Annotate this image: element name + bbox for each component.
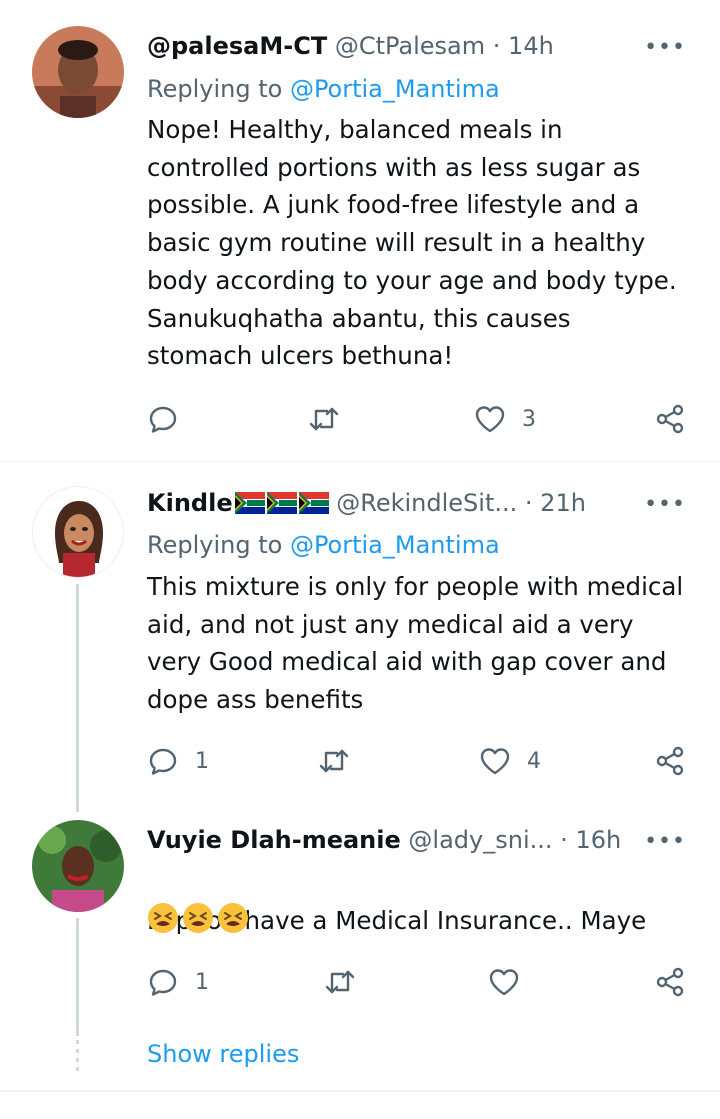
user-handle[interactable]: @RekindleSit... <box>336 489 517 517</box>
reply-button[interactable] <box>147 399 195 439</box>
heart-icon <box>475 406 505 433</box>
avatar[interactable] <box>32 486 124 578</box>
share-button[interactable] <box>654 399 686 439</box>
tweet-header: Kindle @RekindleSit... · 21h <box>147 488 586 518</box>
reply-button[interactable]: 1 <box>147 962 209 1002</box>
replying-to: Replying to @Portia_Mantima <box>147 530 500 560</box>
share-icon <box>656 967 684 997</box>
user-handle[interactable]: @CtPalesam <box>335 32 485 60</box>
mention-link[interactable]: @Portia_Mantima <box>290 531 500 559</box>
timestamp[interactable]: 14h <box>508 32 554 60</box>
retweet-button[interactable] <box>324 962 356 1002</box>
tweet-palesa[interactable]: @palesaM-CT @CtPalesam · 14h ••• Replyin… <box>0 0 720 460</box>
display-name[interactable]: Vuyie Dlah-meanie <box>147 826 401 854</box>
avatar[interactable] <box>32 820 124 912</box>
separator-dot: · <box>560 826 568 854</box>
replying-to: Replying to @Portia_Mantima <box>147 74 500 104</box>
share-icon <box>656 746 684 776</box>
tweet-text: Nope! Healthy, balanced meals in control… <box>147 115 677 371</box>
mention-link[interactable]: @Portia_Mantima <box>290 75 500 103</box>
like-count: 3 <box>522 406 536 432</box>
south-africa-flag-icon <box>234 492 265 514</box>
south-africa-flag-icon <box>298 492 329 514</box>
retweet-button[interactable] <box>318 741 350 781</box>
retweet-icon <box>325 970 355 994</box>
more-options-icon[interactable]: ••• <box>644 829 686 854</box>
tweet-vuyie[interactable]: Vuyie Dlah-meanie @lady_sni... · 16h •••… <box>0 812 720 1036</box>
reply-count: 1 <box>195 748 209 774</box>
tweet-text: This mixture is only for people with med… <box>147 572 684 715</box>
tweet-actions: 1 4 <box>0 741 720 781</box>
more-options-icon[interactable]: ••• <box>644 492 686 517</box>
tweet-header: @palesaM-CT @CtPalesam · 14h <box>147 31 554 61</box>
like-button[interactable] <box>488 962 536 1002</box>
more-replies-dots <box>76 1040 79 1072</box>
heart-icon <box>480 748 510 775</box>
display-name[interactable]: @palesaM-CT <box>147 32 327 60</box>
emoji-row <box>147 902 252 934</box>
tweet-header: Vuyie Dlah-meanie @lady_sni... · 16h <box>147 825 621 855</box>
separator-dot: · <box>524 489 533 517</box>
reply-icon <box>149 406 177 433</box>
tired-face-emoji-icon <box>148 903 178 933</box>
tired-face-emoji-icon <box>183 903 213 933</box>
like-button[interactable]: 3 <box>474 399 536 439</box>
tweet-actions: 3 <box>0 399 720 439</box>
reply-count: 1 <box>195 969 209 995</box>
share-button[interactable] <box>654 962 686 1002</box>
share-icon <box>656 404 684 434</box>
timestamp[interactable]: 21h <box>540 489 586 517</box>
reply-icon <box>149 969 177 996</box>
heart-icon <box>489 969 519 996</box>
avatar[interactable] <box>32 26 124 118</box>
share-button[interactable] <box>654 741 686 781</box>
divider <box>0 1090 720 1092</box>
user-handle[interactable]: @lady_sni... <box>408 826 552 854</box>
tired-face-emoji-icon <box>218 903 248 933</box>
retweet-icon <box>309 407 339 431</box>
like-count: 4 <box>527 748 541 774</box>
replying-to-label: Replying to <box>147 75 290 103</box>
more-options-icon[interactable]: ••• <box>644 35 686 60</box>
retweet-icon <box>319 749 349 773</box>
timestamp[interactable]: 16h <box>575 826 621 854</box>
reply-icon <box>149 748 177 775</box>
tweet-actions: 1 <box>0 962 720 1002</box>
tweet-kindle[interactable]: Kindle @RekindleSit... · 21h ••• Replyin… <box>0 462 720 812</box>
reply-button[interactable]: 1 <box>147 741 209 781</box>
separator-dot: · <box>492 32 501 60</box>
like-button[interactable]: 4 <box>479 741 541 781</box>
replying-to-label: Replying to <box>147 531 290 559</box>
south-africa-flag-icon <box>266 492 297 514</box>
retweet-button[interactable] <box>308 399 340 439</box>
show-replies-link[interactable]: Show replies <box>147 1040 299 1068</box>
display-name[interactable]: Kindle <box>147 489 233 517</box>
